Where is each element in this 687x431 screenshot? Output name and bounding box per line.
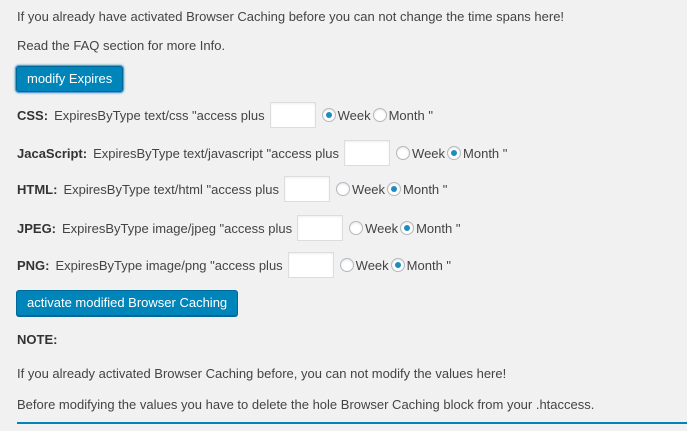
row-directive-text: ExpiresByType image/png "access plus xyxy=(55,257,283,273)
month-label: Month " xyxy=(406,257,452,273)
png-duration-input[interactable] xyxy=(287,252,334,278)
html-week-radio[interactable] xyxy=(336,182,351,196)
bottom-divider xyxy=(17,422,687,424)
row-directive-text: ExpiresByType text/javascript "access pl… xyxy=(93,145,340,161)
html-month-radio[interactable] xyxy=(387,182,402,196)
activate-browser-caching-button[interactable]: activate modified Browser Caching xyxy=(16,290,239,316)
week-label: Week xyxy=(352,181,386,197)
row-directive-text: ExpiresByType image/jpeg "access plus xyxy=(62,220,293,236)
html-duration-input[interactable] xyxy=(284,176,331,202)
note-htaccess-text: Before modifying the values you have to … xyxy=(17,397,595,412)
jpeg-month-option[interactable]: Month " xyxy=(400,221,460,236)
javascript-week-radio[interactable] xyxy=(396,146,411,160)
row-label: HTML: xyxy=(17,181,58,197)
png-week-radio[interactable] xyxy=(339,258,354,272)
row-label: JPEG: xyxy=(17,220,57,236)
jpeg-week-option[interactable]: Week xyxy=(349,221,398,236)
jpeg-week-radio[interactable] xyxy=(349,221,364,235)
intro-warning-text: If you already have activated Browser Ca… xyxy=(17,9,565,24)
css-duration-input[interactable] xyxy=(269,102,316,128)
month-label: Month " xyxy=(416,220,461,236)
expires-row-jpeg: JPEG: ExpiresByType image/jpeg "access p… xyxy=(17,215,462,241)
javascript-duration-input[interactable] xyxy=(344,140,391,166)
row-label: JacaScript: xyxy=(17,145,88,161)
note-warning-text: If you already activated Browser Caching… xyxy=(17,366,507,381)
settings-panel: If you already have activated Browser Ca… xyxy=(0,0,687,431)
javascript-month-option[interactable]: Month " xyxy=(447,146,507,161)
week-label: Week xyxy=(365,220,399,236)
row-directive-text: ExpiresByType text/html "access plus xyxy=(63,181,280,197)
week-label: Week xyxy=(337,107,371,123)
css-month-option[interactable]: Month " xyxy=(372,107,433,123)
css-week-option[interactable]: Week xyxy=(321,107,371,123)
css-month-radio[interactable] xyxy=(372,108,387,122)
html-week-option[interactable]: Week xyxy=(336,182,385,197)
row-label: CSS: xyxy=(17,107,49,123)
modify-expires-button[interactable]: modify Expires xyxy=(16,66,124,92)
expires-row-css: CSS: ExpiresByType text/css "access plus… xyxy=(17,102,435,128)
javascript-week-option[interactable]: Week xyxy=(396,146,445,161)
month-label: Month " xyxy=(403,181,448,197)
html-month-option[interactable]: Month " xyxy=(387,182,447,197)
note-heading: NOTE: xyxy=(17,332,58,347)
row-label: PNG: xyxy=(17,257,50,273)
png-month-radio[interactable] xyxy=(390,258,405,272)
png-month-option[interactable]: Month " xyxy=(390,257,452,273)
jpeg-month-radio[interactable] xyxy=(400,221,415,235)
week-label: Week xyxy=(412,145,446,161)
month-label: Month " xyxy=(388,107,433,123)
jpeg-duration-input[interactable] xyxy=(297,215,344,241)
expires-row-javascript: JacaScript: ExpiresByType text/javascrip… xyxy=(17,140,509,166)
intro-faq-text: Read the FAQ section for more Info. xyxy=(17,38,226,53)
png-week-option[interactable]: Week xyxy=(339,257,389,273)
row-directive-text: ExpiresByType text/css "access plus xyxy=(54,107,265,123)
week-label: Week xyxy=(355,257,389,273)
css-week-radio[interactable] xyxy=(321,108,336,122)
expires-row-png: PNG: ExpiresByType image/png "access plu… xyxy=(17,252,453,278)
javascript-month-radio[interactable] xyxy=(447,146,462,160)
month-label: Month " xyxy=(463,145,508,161)
expires-row-html: HTML: ExpiresByType text/html "access pl… xyxy=(17,176,449,202)
